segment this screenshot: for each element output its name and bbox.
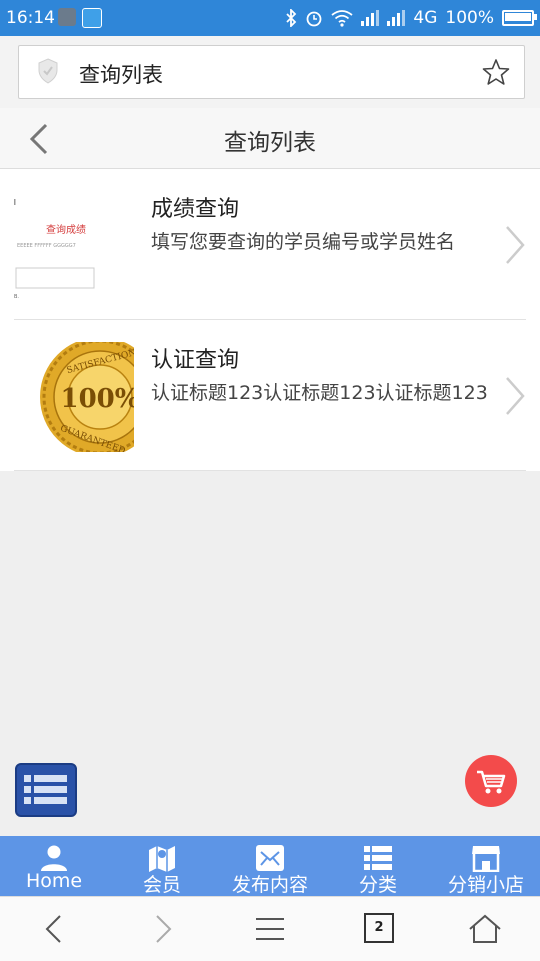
item-title: 认证查询 <box>151 348 240 373</box>
app-notification-icon <box>58 8 76 26</box>
menu-icon[interactable] <box>253 914 287 944</box>
status-time: 16:14 <box>6 8 55 28</box>
tab-count-button[interactable]: 2 <box>364 913 394 943</box>
list-icon <box>24 775 67 804</box>
thumb-heading: 查询成绩 <box>46 223 86 236</box>
item-title: 成绩查询 <box>151 197 240 222</box>
signal-icon <box>361 10 380 26</box>
nav-member[interactable]: 会员 <box>108 836 216 896</box>
chevron-right-icon <box>506 377 525 415</box>
nav-label: 会员 <box>142 874 181 896</box>
thumbnail-satisfaction-seal: 100% SATISFACTION GUARANTEED <box>14 337 160 457</box>
battery-percent: 100% <box>445 8 494 28</box>
thumb-subtext: EEEEE FFFFFF GGGGG7 <box>17 243 76 249</box>
nav-store[interactable]: 分销小店 <box>432 836 540 896</box>
battery-icon <box>502 10 537 26</box>
app-notification-icon <box>82 8 102 28</box>
shield-icon <box>38 58 58 84</box>
nav-label: 分类 <box>358 874 397 896</box>
nav-publish[interactable]: 发布内容 <box>216 836 324 896</box>
svg-text:B.: B. <box>14 294 19 300</box>
signal-icon <box>387 10 406 26</box>
browser-toolbar: 查询列表 <box>0 36 540 108</box>
bookmark-star-icon[interactable] <box>482 58 510 86</box>
notification-icons <box>58 8 102 28</box>
alarm-icon <box>306 11 322 27</box>
nav-label: Home <box>25 870 83 892</box>
browser-nav-bar: 2 <box>0 896 540 961</box>
list-item[interactable]: 查询成绩 EEEEE FFFFFF GGGGG7 B. 成绩查询 填写您要查询的… <box>0 169 540 320</box>
nav-category[interactable]: 分类 <box>324 836 432 896</box>
page-url-title: 查询列表 <box>79 63 163 87</box>
bluetooth-icon <box>286 9 297 27</box>
item-description: 填写您要查询的学员编号或学员姓名 <box>151 231 456 253</box>
status-bar: 16:14 4G 100% <box>0 0 540 36</box>
menu-fab-button[interactable] <box>15 763 77 817</box>
home-icon[interactable] <box>468 914 502 944</box>
cart-fab-button[interactable] <box>465 755 517 807</box>
store-icon <box>472 846 500 872</box>
list-icon <box>364 846 392 870</box>
network-type: 4G <box>413 8 438 28</box>
seal-number: 100% <box>61 384 134 414</box>
nav-label: 分销小店 <box>447 874 524 896</box>
map-icon <box>149 846 175 872</box>
item-description: 认证标题123认证标题123认证标题123 <box>151 382 488 404</box>
query-list: 查询成绩 EEEEE FFFFFF GGGGG7 B. 成绩查询 填写您要查询的… <box>0 169 540 471</box>
page-title: 查询列表 <box>224 130 316 156</box>
chevron-right-icon <box>506 226 525 264</box>
forward-icon[interactable] <box>145 914 179 944</box>
wifi-icon <box>331 10 353 27</box>
list-item[interactable]: 100% SATISFACTION GUARANTEED 认证查询 认证标题12… <box>0 320 540 471</box>
mail-icon <box>256 845 284 871</box>
status-indicators: 4G 100% <box>285 8 537 28</box>
nav-label: 发布内容 <box>231 874 308 896</box>
user-icon <box>41 845 67 871</box>
shopping-cart-icon <box>477 770 506 794</box>
address-bar[interactable]: 查询列表 <box>18 45 525 99</box>
thumbnail-score-form: 查询成绩 EEEEE FFFFFF GGGGG7 B. <box>14 191 134 301</box>
back-icon[interactable] <box>38 914 72 944</box>
nav-home[interactable]: Home <box>0 836 108 896</box>
bottom-nav: Home 会员 发布内容 分类 分销小店 <box>0 836 540 896</box>
page-header: 查询列表 <box>0 108 540 169</box>
divider <box>14 470 526 471</box>
